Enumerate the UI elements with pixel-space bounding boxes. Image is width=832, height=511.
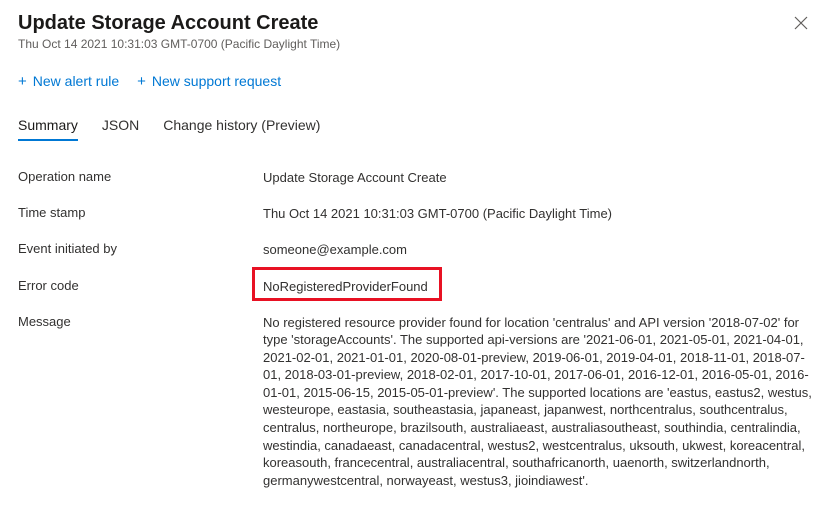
value-error-code: NoRegisteredProviderFound	[263, 278, 428, 296]
plus-icon: +	[137, 74, 146, 89]
label-time-stamp: Time stamp	[18, 205, 263, 220]
label-event-initiated-by: Event initiated by	[18, 241, 263, 256]
tab-summary[interactable]: Summary	[18, 111, 78, 141]
new-alert-rule-label: New alert rule	[33, 73, 119, 89]
tab-strip: Summary JSON Change history (Preview)	[18, 111, 814, 142]
detail-row-time-stamp: Time stamp Thu Oct 14 2021 10:31:03 GMT-…	[18, 196, 814, 232]
new-support-request-label: New support request	[152, 73, 281, 89]
value-event-initiated-by: someone@example.com	[263, 241, 407, 259]
page-title: Update Storage Account Create	[18, 12, 340, 35]
command-bar: + New alert rule + New support request	[18, 73, 814, 89]
tab-json[interactable]: JSON	[102, 111, 139, 141]
plus-icon: +	[18, 74, 27, 89]
value-time-stamp: Thu Oct 14 2021 10:31:03 GMT-0700 (Pacif…	[263, 205, 612, 223]
header-timestamp: Thu Oct 14 2021 10:31:03 GMT-0700 (Pacif…	[18, 37, 340, 51]
close-button[interactable]	[788, 12, 814, 39]
detail-row-message: Message No registered resource provider …	[18, 305, 814, 498]
new-support-request-button[interactable]: + New support request	[137, 73, 281, 89]
label-operation-name: Operation name	[18, 169, 263, 184]
detail-row-event-initiated-by: Event initiated by someone@example.com	[18, 232, 814, 268]
value-operation-name: Update Storage Account Create	[263, 169, 447, 187]
tab-change-history[interactable]: Change history (Preview)	[163, 111, 320, 141]
detail-row-error-code: Error code NoRegisteredProviderFound	[18, 269, 814, 305]
detail-row-operation-name: Operation name Update Storage Account Cr…	[18, 160, 814, 196]
new-alert-rule-button[interactable]: + New alert rule	[18, 73, 119, 89]
details-panel: Operation name Update Storage Account Cr…	[18, 160, 814, 498]
label-message: Message	[18, 314, 263, 329]
close-icon	[794, 16, 808, 30]
value-message: No registered resource provider found fo…	[263, 314, 814, 489]
label-error-code: Error code	[18, 278, 263, 293]
